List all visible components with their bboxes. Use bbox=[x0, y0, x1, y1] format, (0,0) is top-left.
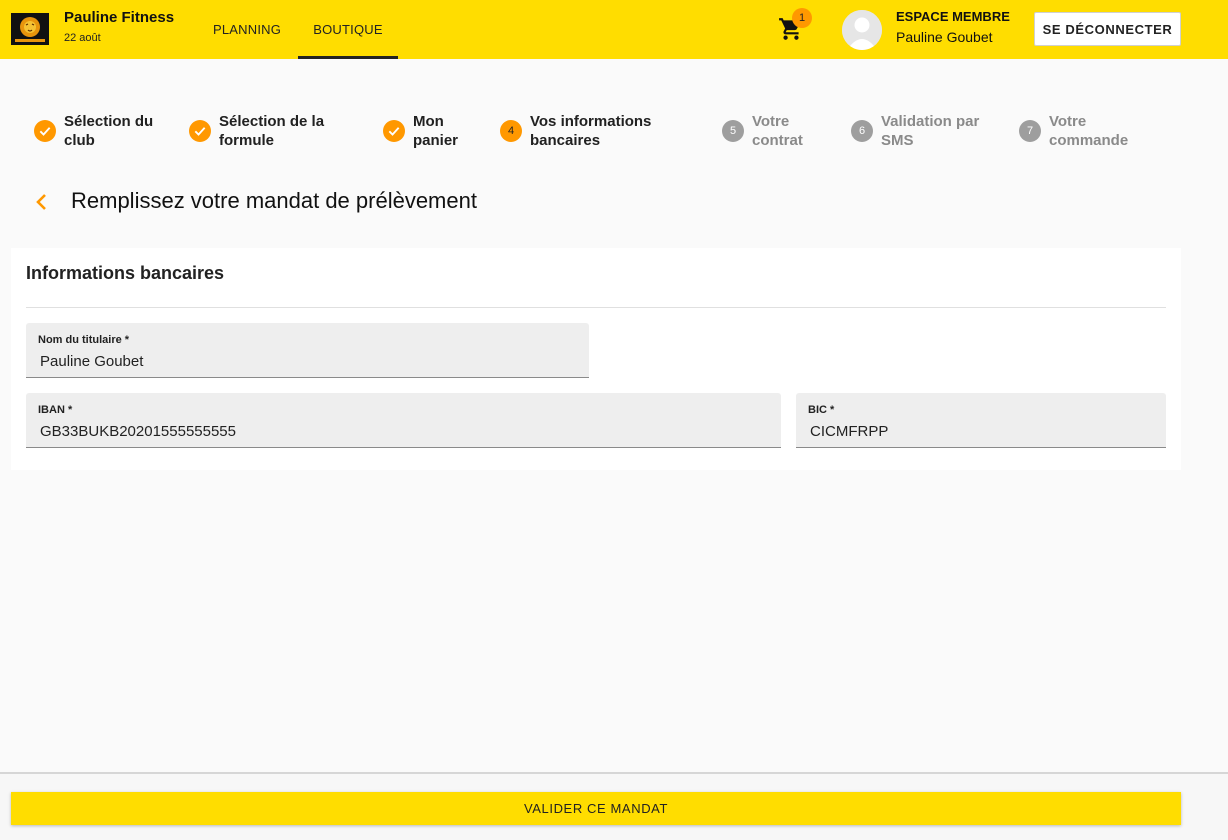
step-number: 4 bbox=[500, 120, 522, 142]
lion-logo-icon[interactable] bbox=[11, 13, 49, 45]
validate-mandate-button[interactable]: VALIDER CE MANDAT bbox=[11, 792, 1181, 825]
bic-input[interactable] bbox=[810, 423, 1152, 440]
chevron-left-icon[interactable] bbox=[30, 188, 54, 216]
step-number: 5 bbox=[722, 120, 744, 142]
step-contract[interactable]: 5 Votre contrat bbox=[722, 112, 812, 150]
top-app-bar: Pauline Fitness 22 août PLANNING BOUTIQU… bbox=[0, 0, 1228, 59]
step-label: Votre contrat bbox=[752, 113, 803, 149]
step-order[interactable]: 7 Votre commande bbox=[1019, 112, 1139, 150]
bank-info-card: Informations bancaires Nom du titulaire … bbox=[11, 248, 1181, 470]
step-label: Votre commande bbox=[1049, 113, 1129, 149]
nav-tab-boutique[interactable]: BOUTIQUE bbox=[298, 0, 398, 59]
page-title: Remplissez votre mandat de prélèvement bbox=[71, 188, 477, 213]
cart-count-badge: 1 bbox=[792, 8, 812, 28]
nav-tab-planning[interactable]: PLANNING bbox=[200, 0, 294, 59]
checkmark-icon bbox=[383, 120, 405, 142]
checkmark-icon bbox=[34, 120, 56, 142]
account-holder-field[interactable]: Nom du titulaire * bbox=[26, 323, 589, 378]
member-name: Pauline Goubet bbox=[896, 29, 993, 45]
step-formula[interactable]: Sélection de la formule bbox=[189, 112, 329, 150]
iban-input[interactable] bbox=[40, 423, 767, 440]
bic-label: BIC * bbox=[808, 404, 835, 416]
member-space-label: ESPACE MEMBRE bbox=[896, 9, 1010, 24]
step-bank-info[interactable]: 4 Vos informations bancaires bbox=[500, 112, 660, 150]
step-cart[interactable]: Mon panier bbox=[383, 112, 468, 150]
account-holder-input[interactable] bbox=[40, 353, 575, 370]
logout-button[interactable]: SE DÉCONNECTER bbox=[1034, 12, 1181, 46]
step-label: Validation par SMS bbox=[881, 113, 980, 149]
checkmark-icon bbox=[189, 120, 211, 142]
step-label: Sélection du club bbox=[64, 113, 154, 149]
step-number: 6 bbox=[851, 120, 873, 142]
divider bbox=[26, 307, 1166, 308]
step-sms-validation[interactable]: 6 Validation par SMS bbox=[851, 112, 986, 150]
step-label: Sélection de la formule bbox=[219, 113, 325, 149]
user-avatar-icon[interactable] bbox=[842, 10, 882, 50]
step-label: Mon panier bbox=[413, 113, 459, 149]
current-date: 22 août bbox=[64, 32, 101, 44]
iban-field[interactable]: IBAN * bbox=[26, 393, 781, 448]
account-holder-label: Nom du titulaire * bbox=[38, 334, 130, 346]
bic-field[interactable]: BIC * bbox=[796, 393, 1166, 448]
step-number: 7 bbox=[1019, 120, 1041, 142]
step-label: Vos informations bancaires bbox=[530, 113, 652, 149]
step-club[interactable]: Sélection du club bbox=[34, 112, 160, 150]
section-title: Informations bancaires bbox=[26, 263, 225, 283]
brand-name: Pauline Fitness bbox=[64, 9, 175, 26]
iban-label: IBAN * bbox=[38, 404, 73, 416]
